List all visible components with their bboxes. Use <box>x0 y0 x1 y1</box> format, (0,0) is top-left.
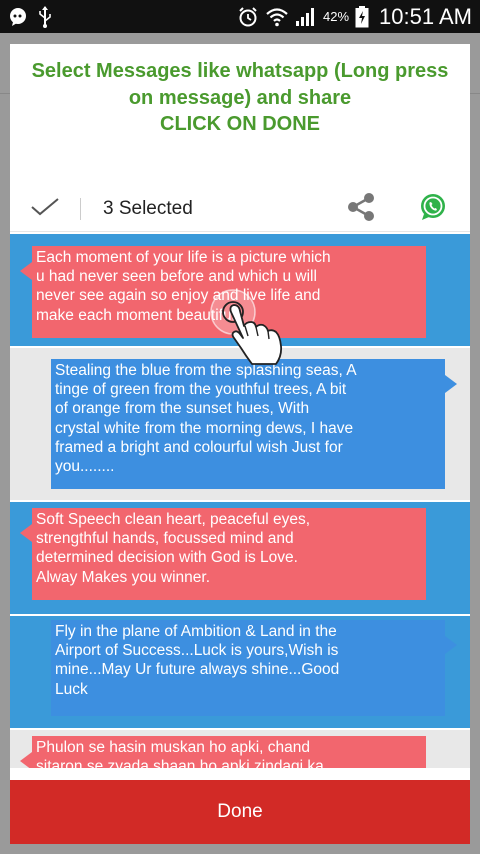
whatsapp-icon <box>418 192 448 226</box>
message-line: tinge of green from the youthful trees, … <box>55 381 347 399</box>
message-line: Phulon se hasin muskan ho apki, chand <box>36 739 311 756</box>
message-line: crystal white from the morning dews, I h… <box>55 419 354 437</box>
bubble-tail <box>445 375 457 393</box>
list-item-selected[interactable]: Soft Speech clean heart, peaceful eyes, … <box>10 502 470 614</box>
message-line: Alway Makes you winner. <box>36 568 211 586</box>
message-line: Airport of Success...Luck is yours,Wish … <box>55 642 339 660</box>
battery-charging-icon <box>355 5 369 28</box>
bubble-tail <box>445 636 457 654</box>
check-icon <box>30 197 60 221</box>
instruction-line: Select Messages like whatsapp (Long pres… <box>31 60 449 82</box>
wifi-icon <box>265 7 289 27</box>
chat-bubble-icon <box>8 7 28 27</box>
instruction-line: CLICK ON DONE <box>160 113 320 135</box>
toolbar-divider <box>80 197 81 220</box>
share-icon <box>346 193 376 225</box>
bubble-tail <box>20 752 32 768</box>
message-line: strengthful hands, focussed mind and <box>36 530 294 548</box>
check-button[interactable] <box>10 186 80 232</box>
whatsapp-button[interactable] <box>417 193 449 225</box>
message-line: Luck <box>55 680 88 698</box>
message-line: of orange from the sunset hues, With <box>55 400 310 418</box>
tap-hand-icon <box>208 286 318 366</box>
message-line: u had never seen before and which u will <box>36 268 317 286</box>
message-line: framed a bright and colourful wish Just … <box>55 438 343 456</box>
message-line: Each moment of your life is a picture wh… <box>36 249 331 266</box>
message-bubble[interactable]: Stealing the blue from the splashing sea… <box>51 359 457 489</box>
bubble-tail <box>20 262 32 280</box>
instruction-text: Select Messages like whatsapp (Long pres… <box>10 58 470 138</box>
battery-percent: 42% <box>323 9 350 24</box>
list-item[interactable]: Stealing the blue from the splashing sea… <box>10 348 470 500</box>
message-line: you........ <box>55 458 115 476</box>
usb-icon <box>38 5 52 28</box>
message-bubble[interactable]: Phulon se hasin muskan ho apki, chand si… <box>20 736 426 768</box>
selection-toolbar: 3 Selected <box>10 186 470 232</box>
message-bubble[interactable]: Fly in the plane of Ambition & Land in t… <box>51 620 457 716</box>
instruction-line: on message) and share <box>128 86 352 109</box>
share-dialog: Select Messages like whatsapp (Long pres… <box>10 44 470 844</box>
clock: 10:51 AM <box>379 3 472 29</box>
message-line: determined decision with God is Love. <box>36 549 298 567</box>
list-item[interactable]: Phulon se hasin muskan ho apki, chand si… <box>10 730 470 768</box>
message-line: mine...May Ur future always shine...Good <box>55 661 340 679</box>
signal-icon <box>295 7 317 27</box>
bubble-tail <box>20 524 32 542</box>
done-button[interactable]: Done <box>10 780 470 844</box>
message-line: Soft Speech clean heart, peaceful eyes, <box>36 511 311 528</box>
status-bar: 42% 10:51 AM <box>0 0 480 33</box>
alarm-icon <box>237 6 259 28</box>
selected-count: 3 Selected <box>103 197 193 219</box>
message-bubble[interactable]: Soft Speech clean heart, peaceful eyes, … <box>20 508 426 600</box>
message-line: Fly in the plane of Ambition & Land in t… <box>55 623 337 640</box>
list-item-selected[interactable]: Fly in the plane of Ambition & Land in t… <box>10 616 470 728</box>
message-line: sitaron se zyada shaan ho apki zindagi k… <box>36 758 324 768</box>
share-button[interactable] <box>343 193 379 225</box>
